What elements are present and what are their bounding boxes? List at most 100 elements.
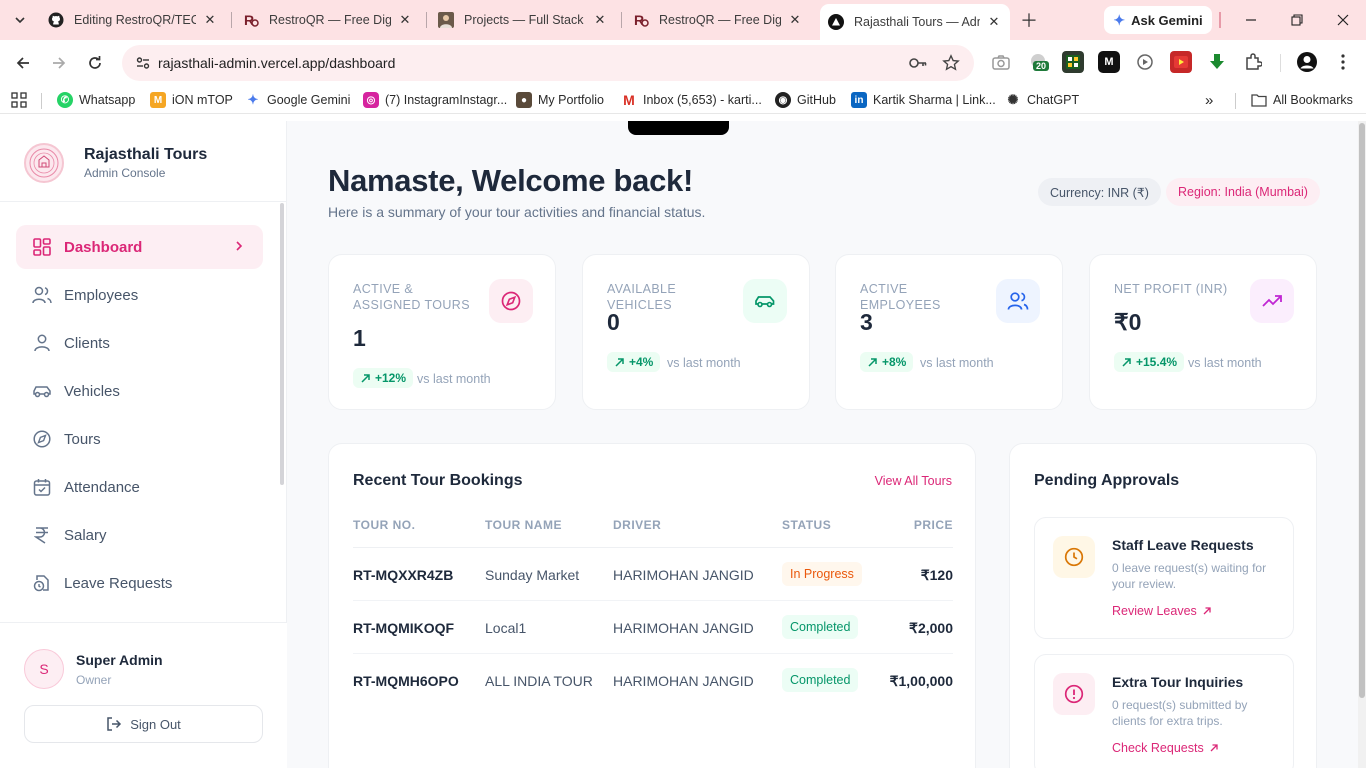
bookmarks-overflow-icon[interactable]: » (1205, 91, 1213, 109)
tab-title: Projects — Full Stack & (464, 13, 586, 27)
sidebar-item-vehicles[interactable]: Vehicles (16, 369, 263, 413)
approval-link-label: Review Leaves (1112, 604, 1197, 618)
review-leaves-link[interactable]: Review Leaves (1112, 604, 1212, 618)
app-viewport: Rajasthali Tours Admin Console Dashboard… (0, 121, 1366, 768)
bookmark-item[interactable]: ● My Portfolio (516, 91, 604, 109)
sidebar-item-leave-requests[interactable]: Leave Requests (16, 561, 263, 605)
browser-tab[interactable]: R RestroQR — Free Digita ✕ (235, 6, 421, 34)
sidebar-scrollbar[interactable] (280, 203, 284, 485)
browser-tab-active[interactable]: Rajasthali Tours — Adm ✕ (820, 4, 1010, 40)
restroqr-icon: R (633, 12, 649, 28)
all-bookmarks-label: All Bookmarks (1273, 93, 1353, 107)
apps-grid-icon[interactable] (11, 91, 27, 109)
table-row[interactable]: RT-MQMIKOQF Local1 HARIMOHAN JANGID Comp… (353, 601, 953, 654)
minimize-button[interactable] (1237, 8, 1265, 32)
stat-card-employees: Active Employees 3 +8% vs last month (835, 254, 1063, 410)
bookmark-item[interactable]: ◉ GitHub (775, 91, 836, 109)
forward-button[interactable] (45, 49, 73, 77)
bookmark-item[interactable]: in Kartik Sharma | Link... (851, 91, 996, 109)
browser-tab[interactable]: Projects — Full Stack & ✕ (430, 6, 616, 34)
bookmark-item[interactable]: M iON mTOP (150, 91, 233, 109)
browser-menu-icon[interactable] (1332, 51, 1354, 73)
avatar: S (24, 649, 64, 689)
video-extension-icon[interactable] (1170, 51, 1192, 73)
sidebar-item-tours[interactable]: Tours (16, 417, 263, 461)
restore-button[interactable] (1283, 8, 1311, 32)
car-icon (743, 279, 787, 323)
view-all-tours-link[interactable]: View All Tours (875, 474, 952, 488)
compass-icon (489, 279, 533, 323)
table-row[interactable]: RT-MQMH6OPO ALL INDIA TOUR HARIMOHAN JAN… (353, 654, 953, 707)
screenshot-camera-icon[interactable] (990, 51, 1012, 73)
compass-icon (32, 429, 52, 449)
brand-subtitle: Admin Console (84, 166, 166, 180)
extension-counter-icon[interactable]: 20 (1027, 51, 1050, 73)
bookmark-item[interactable]: ✦ Google Gemini (245, 91, 351, 109)
sidebar-item-label: Tours (64, 430, 101, 448)
bookmarks-bar: ✆ Whatsapp M iON mTOP ✦ Google Gemini ◎ … (0, 86, 1366, 114)
site-info-icon[interactable] (128, 55, 158, 71)
instagram-icon: ◎ (363, 92, 379, 108)
tour-price: ₹2,000 (909, 620, 953, 636)
download-arrow-icon[interactable] (1206, 51, 1228, 73)
arrow-up-right-icon (1209, 743, 1219, 753)
browser-tab[interactable]: Editing RestroQR/TECH ✕ (40, 6, 226, 34)
brand: Rajasthali Tours Admin Console (24, 135, 207, 191)
tour-number: RT-MQMIKOQF (353, 620, 455, 636)
tab-search-button[interactable] (6, 6, 34, 34)
close-icon[interactable]: ✕ (397, 12, 413, 28)
close-icon[interactable]: ✕ (202, 12, 218, 28)
stat-value: 0 (607, 309, 620, 335)
sidebar-item-employees[interactable]: Employees (16, 273, 263, 317)
bookmark-star-icon[interactable] (941, 53, 961, 73)
reload-button[interactable] (81, 49, 109, 77)
bookmark-item[interactable]: ◎ (7) InstagramInstagr... (363, 91, 507, 109)
back-button[interactable] (9, 49, 37, 77)
bookmark-label: (7) InstagramInstagr... (385, 93, 508, 107)
trend-badge: +15.4% (1114, 352, 1185, 372)
bookmarks-divider (1235, 93, 1236, 109)
bookmark-label: Inbox (5,653) - karti... (643, 93, 762, 107)
medium-extension-icon[interactable]: M (1098, 51, 1120, 73)
profile-avatar-icon[interactable] (1296, 51, 1318, 73)
close-icon[interactable]: ✕ (986, 14, 1002, 30)
media-extension-icon[interactable] (1134, 51, 1156, 73)
close-icon[interactable]: ✕ (592, 12, 608, 28)
status-badge: Completed (782, 615, 859, 639)
sidebar-item-dashboard[interactable]: Dashboard (16, 225, 263, 269)
url-text: rajasthali-admin.vercel.app/dashboard (158, 55, 396, 71)
trend-caption: vs last month (667, 356, 741, 370)
toolbar-divider (1280, 54, 1281, 72)
sign-out-button[interactable]: Sign Out (24, 705, 263, 743)
film-extension-icon[interactable] (1062, 51, 1084, 73)
driver-name: HARIMOHAN JANGID (613, 673, 754, 689)
all-bookmarks-button[interactable]: All Bookmarks (1251, 91, 1353, 109)
sidebar-item-clients[interactable]: Clients (16, 321, 263, 365)
close-window-button[interactable] (1329, 8, 1357, 32)
ask-gemini-label: Ask Gemini (1131, 12, 1203, 28)
scrollbar-thumb[interactable] (1359, 123, 1365, 698)
main-scrollbar[interactable] (1358, 121, 1366, 768)
bookmark-item[interactable]: ✆ Whatsapp (57, 91, 135, 109)
arrow-up-right-icon (1202, 606, 1212, 616)
column-header: TOUR NAME (485, 518, 562, 532)
table-row[interactable]: RT-MQXXR4ZB Sunday Market HARIMOHAN JANG… (353, 548, 953, 601)
sidebar-item-salary[interactable]: Salary (16, 513, 263, 557)
trend-caption: vs last month (1188, 356, 1262, 370)
bookmark-item[interactable]: ✺ ChatGPT (1005, 91, 1080, 109)
address-bar[interactable]: rajasthali-admin.vercel.app/dashboard (122, 45, 974, 81)
vercel-icon (828, 14, 844, 30)
ask-gemini-button[interactable]: ✦ Ask Gemini (1104, 6, 1212, 34)
bookmark-item[interactable]: M Inbox (5,653) - karti... (621, 91, 762, 109)
close-icon[interactable]: ✕ (787, 12, 803, 28)
reload-icon (89, 56, 101, 69)
approval-description: 0 leave request(s) waiting for your revi… (1112, 561, 1267, 591)
extensions-puzzle-icon[interactable] (1242, 51, 1264, 73)
bookmarks-divider (41, 93, 42, 109)
check-requests-link[interactable]: Check Requests (1112, 741, 1219, 755)
password-key-icon[interactable] (908, 53, 928, 73)
new-tab-button[interactable]: ＋ (1017, 8, 1041, 32)
browser-tab[interactable]: R RestroQR — Free Digita ✕ (625, 6, 811, 34)
sidebar-item-attendance[interactable]: Attendance (16, 465, 263, 509)
pending-approvals-panel: Pending Approvals Staff Leave Requests 0… (1009, 443, 1317, 768)
